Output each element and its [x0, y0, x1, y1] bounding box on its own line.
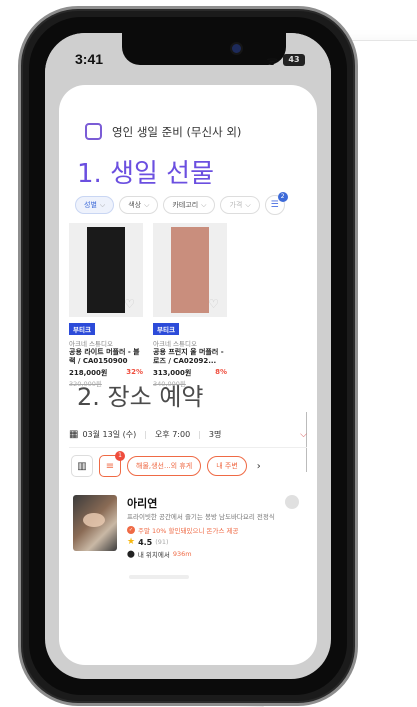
product-thumbnail	[171, 227, 209, 313]
bookmark-icon[interactable]	[285, 495, 299, 509]
product-list: ♡ 부티크 아크네 스튜디오 공용 라이트 머플러 - 블랙 / CA01509…	[69, 223, 227, 388]
notch	[122, 33, 286, 65]
coupon-text: 주말 10% 할인돼있으니 돈가스 제공	[138, 527, 239, 535]
heart-icon[interactable]: ♡	[124, 297, 135, 311]
filter-count-badge: 1	[115, 451, 125, 461]
coupon-info: ✓ 주말 10% 할인돼있으니 돈가스 제공	[127, 525, 303, 535]
heart-icon[interactable]: ♡	[208, 297, 219, 311]
chip-label: 가격	[229, 201, 243, 209]
booking-selector[interactable]: ▦ 03월 13일 (수) | 오후 7:00 | 3명 ⌵	[69, 422, 307, 448]
star-icon: ★	[127, 537, 136, 547]
phone-bezel: 3:41 ᯤ 43 영인 생일 준비 (무신사 외) 1. 생일 선물 성별 ⌵…	[29, 17, 347, 695]
venue-rating: ★ 4.5 (91)	[127, 537, 303, 547]
category-filter-pill[interactable]: 해물,생선...외 휴게	[127, 456, 202, 476]
content-placeholder	[129, 575, 189, 579]
wifi-icon: ᯤ	[266, 54, 278, 69]
booking-people[interactable]: 3명	[209, 429, 221, 440]
chevron-down-icon: ⌵	[99, 200, 106, 209]
venue-info: 아리연 프라이빗한 공간에서 즐기는 봉방 남도바다요리 전정식 ✓ 주말 10…	[127, 495, 303, 559]
product-name: 공용 라이트 머플러 - 블랙 / CA0150900	[69, 348, 140, 365]
product-discount: 8%	[215, 368, 227, 376]
calendar-icon: ▦	[69, 429, 79, 440]
distance-label: 내 위치에서	[137, 551, 170, 559]
boutique-tag: 부티크	[153, 323, 179, 335]
distance-value: 936m	[172, 550, 192, 558]
venue-description: 프라이빗한 공간에서 즐기는 봉방 남도바다요리 전정식	[127, 513, 275, 521]
chip-label: 성별	[84, 201, 97, 209]
chip-category[interactable]: 카테고리 ⌵	[163, 196, 216, 214]
note-card: 영인 생일 준비 (무신사 외) 1. 생일 선물 성별 ⌵ 색상 ⌵ 카테고리…	[59, 85, 317, 665]
checkbox[interactable]	[85, 123, 102, 140]
divider: |	[144, 430, 147, 439]
sliders-icon: ≡	[105, 460, 115, 472]
product-image[interactable]: ♡	[153, 223, 227, 317]
filter-icon: ☰	[270, 200, 279, 210]
map-icon: ▥	[77, 460, 87, 472]
venue-distance: ⬤ 내 위치에서 936m	[127, 549, 303, 559]
venue-image[interactable]	[73, 495, 117, 551]
checklist-item-label: 영인 생일 준비 (무신사 외)	[112, 124, 242, 139]
product-brand: 아크네 스튜디오	[153, 340, 197, 348]
location-pin-icon: ⬤	[127, 550, 135, 558]
nearby-filter-pill[interactable]: 내 주변	[207, 456, 247, 476]
rating-value: 4.5	[138, 537, 153, 547]
coupon-icon: ✓	[127, 526, 135, 534]
chip-gender[interactable]: 성별 ⌵	[75, 196, 115, 214]
product-image[interactable]: ♡	[69, 223, 143, 317]
chip-label: 색상	[128, 201, 142, 209]
product-card[interactable]: ♡ 부티크 아크네 스튜디오 공용 프린지 울 머플러 - 로즈 / CA020…	[153, 223, 227, 388]
booking-date[interactable]: 03월 13일 (수)	[82, 429, 136, 440]
venue-name[interactable]: 아리연	[127, 495, 303, 511]
filter-settings-button[interactable]: ≡ 1	[99, 451, 125, 477]
chevron-down-icon: ⌵	[144, 200, 150, 209]
venue-card[interactable]: 아리연 프라이빗한 공간에서 즐기는 봉방 남도바다요리 전정식 ✓ 주말 10…	[73, 495, 303, 559]
section-heading-gift: 1. 생일 선물	[77, 159, 215, 189]
checklist-item[interactable]: 영인 생일 준비 (무신사 외)	[85, 123, 241, 140]
product-brand: 아크네 스튜디오	[69, 340, 113, 348]
rating-count: (91)	[155, 538, 169, 546]
filter-chips: 성별 ⌵ 색상 ⌵ 카테고리 ⌵ 가격 ⌵ ☰ 2	[75, 192, 288, 215]
food-plate	[83, 513, 105, 527]
section-heading-venue: 2. 장소 예약	[77, 383, 204, 411]
chip-price[interactable]: 가격 ⌵	[220, 196, 260, 214]
product-thumbnail	[87, 227, 125, 313]
battery-icon: 43	[283, 54, 305, 66]
chevron-down-icon[interactable]: ⌵	[300, 430, 307, 440]
chevron-down-icon: ⌵	[245, 200, 251, 209]
status-time: 3:41	[75, 51, 104, 67]
phone-frame: 3:41 ᯤ 43 영인 생일 준비 (무신사 외) 1. 생일 선물 성별 ⌵…	[18, 6, 358, 706]
camera-icon	[232, 44, 241, 53]
chip-color[interactable]: 색상 ⌵	[119, 196, 159, 214]
product-name: 공용 프린지 울 머플러 - 로즈 / CA02092...	[153, 348, 224, 365]
filter-button[interactable]: ☰ 2	[264, 192, 288, 215]
map-button[interactable]: ▥	[71, 455, 93, 477]
chevron-down-icon: ⌵	[201, 200, 207, 209]
filter-count-badge: 2	[277, 192, 288, 202]
phone-screen: 3:41 ᯤ 43 영인 생일 준비 (무신사 외) 1. 생일 선물 성별 ⌵…	[45, 33, 331, 679]
status-icons: ᯤ 43	[266, 51, 305, 69]
chevron-right-icon[interactable]: ›	[257, 461, 261, 472]
booking-time[interactable]: 오후 7:00	[155, 429, 190, 440]
product-card[interactable]: ♡ 부티크 아크네 스튜디오 공용 라이트 머플러 - 블랙 / CA01509…	[69, 223, 143, 388]
chip-label: 카테고리	[172, 201, 199, 209]
divider: |	[198, 430, 201, 439]
boutique-tag: 부티크	[69, 323, 95, 335]
venue-toolbar: ▥ ≡ 1 해물,생선...외 휴게 내 주변 ›	[71, 451, 261, 477]
status-bar: 3:41 ᯤ 43	[45, 33, 331, 83]
stage: 3:41 ᯤ 43 영인 생일 준비 (무신사 외) 1. 생일 선물 성별 ⌵…	[0, 0, 417, 707]
